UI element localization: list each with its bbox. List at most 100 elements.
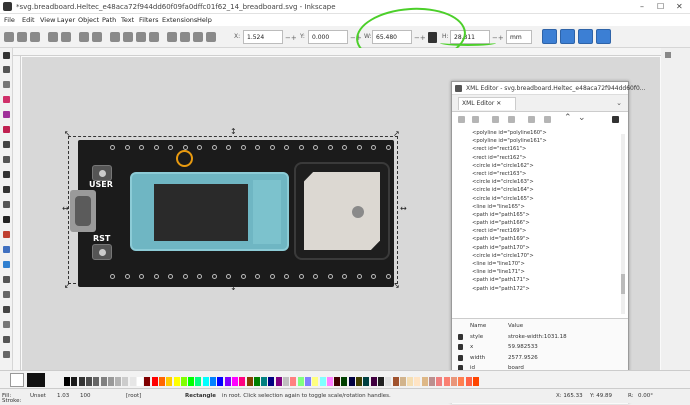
menu-view[interactable]: View — [40, 16, 55, 24]
palette-swatch[interactable] — [297, 377, 304, 386]
palette-swatch[interactable] — [385, 377, 392, 386]
xml-tree-scrollbar[interactable] — [621, 134, 625, 314]
palette-swatch[interactable] — [195, 377, 202, 386]
palette-swatch[interactable] — [239, 377, 246, 386]
rect-tool-icon[interactable] — [3, 96, 10, 103]
palette-swatch[interactable] — [304, 377, 311, 386]
palette-swatch[interactable] — [202, 377, 209, 386]
palette-swatch[interactable] — [319, 377, 326, 386]
dropper-tool-icon[interactable] — [3, 261, 10, 268]
xml-node-item[interactable]: <rect id="rect163"> — [458, 170, 623, 178]
indent-node-icon[interactable] — [544, 116, 551, 123]
palette-swatch[interactable] — [458, 377, 465, 386]
3dbox-tool-icon[interactable] — [3, 111, 10, 118]
xml-node-item[interactable]: <path id="path172"> — [458, 285, 623, 293]
palette-swatch[interactable] — [122, 377, 129, 386]
xml-node-item[interactable]: <circle id="circle165"> — [458, 195, 623, 203]
new-element-node-icon[interactable] — [458, 116, 465, 123]
mesh-tool-icon[interactable] — [3, 246, 10, 253]
palette-swatch[interactable] — [261, 377, 268, 386]
palette-swatch[interactable] — [107, 377, 114, 386]
palette-swatch[interactable] — [173, 377, 180, 386]
palette-swatch[interactable] — [377, 377, 384, 386]
attribute-row[interactable]: style stroke-width:1031.18 — [458, 332, 623, 342]
xml-node-item[interactable]: <circle id="circle162"> — [458, 162, 623, 170]
scale-handle-left[interactable]: ↔ — [62, 204, 69, 213]
xml-node-item[interactable]: <circle id="circle163"> — [458, 178, 623, 186]
palette-swatch[interactable] — [312, 377, 319, 386]
palette-swatch[interactable] — [224, 377, 231, 386]
palette-swatch[interactable] — [450, 377, 457, 386]
xml-node-item[interactable]: <polyline id="polyline160"> — [458, 129, 623, 137]
menu-path[interactable]: Path — [102, 16, 116, 24]
close-button[interactable]: ✕ — [676, 2, 683, 11]
bucket-tool-icon[interactable] — [3, 276, 10, 283]
canvas-vertical-scrollbar[interactable] — [661, 48, 690, 370]
palette-swatch[interactable] — [334, 377, 341, 386]
menu-extensions[interactable]: Extensions — [162, 16, 197, 24]
maximize-button[interactable]: ☐ — [657, 2, 664, 11]
palette-swatch[interactable] — [443, 377, 450, 386]
palette-swatch[interactable] — [356, 377, 362, 386]
connector-tool-icon[interactable] — [3, 336, 10, 343]
palette-swatch[interactable] — [465, 377, 472, 386]
rotate-ccw-icon[interactable] — [48, 32, 58, 42]
palette-swatch[interactable] — [429, 377, 435, 386]
palette-swatch[interactable] — [348, 377, 355, 386]
raise-top-icon[interactable] — [149, 32, 159, 42]
transform-icon[interactable] — [193, 32, 203, 42]
palette-swatch[interactable] — [399, 377, 406, 386]
attribute-value[interactable]: 59.982533 — [508, 342, 538, 352]
palette-swatch[interactable] — [115, 377, 122, 386]
palette-swatch[interactable] — [64, 377, 70, 386]
scale-handle-br[interactable]: ↘ — [393, 281, 400, 290]
x-input[interactable]: 1.524 — [243, 30, 283, 44]
palette-swatch[interactable] — [158, 377, 165, 386]
xml-node-item[interactable]: <rect id="rect162"> — [458, 154, 623, 162]
xml-node-item[interactable]: <path id="path170"> — [458, 244, 623, 252]
palette-swatch[interactable] — [253, 377, 260, 386]
xml-node-item[interactable]: <line id="line170"> — [458, 260, 623, 268]
scale-radius-button[interactable] — [560, 29, 575, 44]
menu-object[interactable]: Object — [78, 16, 99, 24]
palette-swatch[interactable] — [392, 377, 399, 386]
attribute-row[interactable]: x 59.982533 — [458, 342, 623, 352]
raise-icon[interactable] — [136, 32, 146, 42]
palette-swatch[interactable] — [370, 377, 377, 386]
palette-swatch[interactable] — [283, 377, 289, 386]
xml-node-item[interactable]: <path id="path169"> — [458, 235, 623, 243]
lower-node-icon[interactable]: ⌄ — [578, 113, 586, 123]
menu-layer[interactable]: Layer — [57, 16, 75, 24]
stroke-indicator-swatch[interactable] — [27, 373, 45, 387]
xml-node-item[interactable]: <rect id="rect169"> — [458, 227, 623, 235]
rotation-value[interactable]: 0.00° — [638, 393, 653, 399]
delete-node-icon[interactable] — [508, 116, 515, 123]
xml-node-item[interactable]: <rect id="rect161"> — [458, 145, 623, 153]
palette-swatch[interactable] — [100, 377, 107, 386]
snap-icon[interactable] — [206, 32, 216, 42]
palette-swatch[interactable] — [341, 377, 348, 386]
transform-pattern-button[interactable] — [596, 29, 611, 44]
layer-selector[interactable]: [root] — [126, 393, 141, 399]
delete-attribute-icon[interactable] — [458, 354, 463, 361]
rotate-cw-icon[interactable] — [61, 32, 71, 42]
palette-swatch[interactable] — [166, 377, 173, 386]
palette-swatch[interactable] — [71, 377, 78, 386]
minimize-button[interactable]: – — [640, 2, 644, 11]
text-tool-icon[interactable] — [3, 216, 10, 223]
transform-gradient-button[interactable] — [578, 29, 593, 44]
pencil-tool-icon[interactable] — [3, 171, 10, 178]
spiral-tool-icon[interactable] — [3, 156, 10, 163]
palette-swatch[interactable] — [93, 377, 100, 386]
palette-swatch[interactable] — [144, 377, 151, 386]
xml-node-item[interactable]: <path id="path171"> — [458, 276, 623, 284]
palette-swatch[interactable] — [85, 377, 92, 386]
palette-swatch[interactable] — [78, 377, 85, 386]
attribute-value[interactable]: stroke-width:1031.18 — [508, 332, 567, 342]
palette-swatch[interactable] — [363, 377, 370, 386]
star-tool-icon[interactable] — [3, 141, 10, 148]
tweak-tool-icon[interactable] — [3, 291, 10, 298]
attribute-row[interactable]: width 2577.9526 — [458, 353, 623, 363]
select-all-layers-icon[interactable] — [17, 32, 27, 42]
palette-swatch[interactable] — [268, 377, 275, 386]
